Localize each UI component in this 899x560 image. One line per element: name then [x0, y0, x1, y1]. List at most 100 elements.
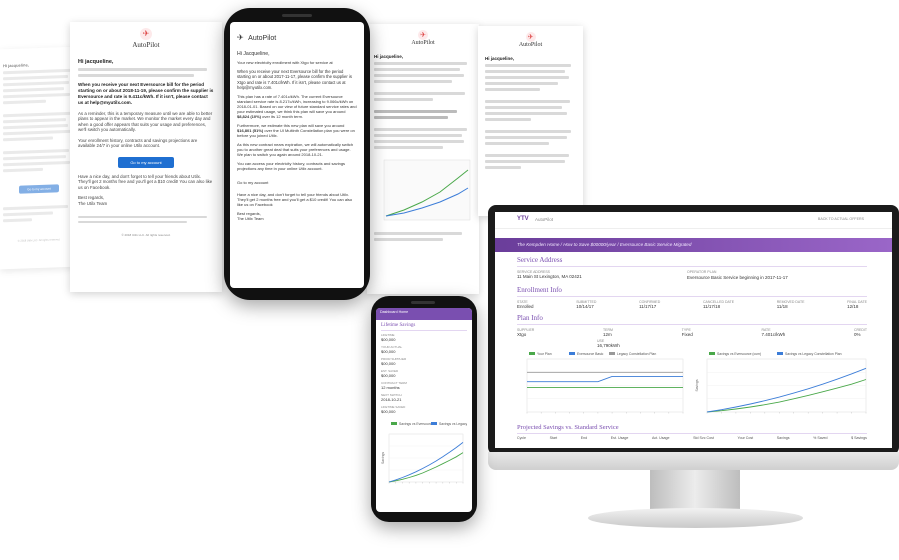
savings-amount: $8,824 (10%) — [237, 114, 262, 119]
mobile-stat-row: EST. SAVED $00,000 — [381, 369, 467, 378]
email-greeting: Hi Jacqueline, — [237, 51, 270, 57]
plan-col-0: SUPPLIER Xtgo — [517, 328, 535, 337]
enrollment-col-0: STATE Enrolled — [517, 300, 534, 309]
email-greeting: Hi jacqueline, — [485, 56, 515, 61]
projected-title: Projected Savings vs. Standard Service — [517, 424, 619, 431]
facebook-link[interactable]: like us on Facebook — [237, 202, 273, 207]
plan-col-3: RATE 7.401c/kWh — [761, 328, 786, 337]
small-phone-screen: Dashboard Home Lifetime Savings LIFETIME… — [376, 308, 472, 512]
email-page-far-left: Hi jacqueline, Go to my account © 2018 U… — [0, 46, 78, 270]
brand-name: AutoPilot — [132, 41, 160, 49]
monitor-base — [588, 508, 803, 528]
plan-col-2: TYPE Fixed — [681, 328, 693, 337]
dashboard-app-name: AutoPilot — [535, 217, 554, 222]
email-ps-paragraph: Have a nice day, and don't forget to tel… — [237, 192, 357, 207]
mobile-stat-value: $00,000 — [381, 373, 396, 378]
plan-col-1: TERM 12m — [603, 328, 613, 337]
rate-text-end: over its 12 month term. — [262, 114, 304, 119]
mobile-stat-value: 2018-10-21 — [381, 397, 402, 402]
mobile-stat-value: $00,000 — [381, 349, 396, 354]
mobile-stat-row: CONTRACT TERM 12 months — [381, 381, 467, 390]
go-to-account-button[interactable]: Go to my account — [237, 177, 291, 188]
email-usage-chart — [383, 159, 471, 221]
phone-device: ✈ AutoPilot Hi Jacqueline, Your new elec… — [224, 8, 370, 300]
monitor-screen: YTV AutoPilot BACK TO ACTUAL OFFERS The … — [495, 212, 892, 448]
legend-swatch — [431, 422, 437, 425]
projected-table-header: Cycle Start End Est. Usage Act. Usage Std Sv… — [517, 436, 867, 440]
brand-name: AutoPilot — [518, 42, 543, 48]
legend-label: Legacy Constellation Plan — [617, 352, 656, 356]
enrollment-col-4: REMOVED DATE 11/18 — [776, 300, 805, 309]
email-page-far-right: ✈ AutoPilot Hi jacqueline, — [478, 26, 583, 216]
enrollment-col-3: CANCELLED DATE 11/17/18 — [702, 300, 735, 309]
email-confirm-notice: When you receive your next Eversource bi… — [78, 82, 214, 105]
legend-swatch — [529, 352, 535, 355]
email-team: The Utilx Team — [237, 216, 264, 221]
plan-info-section: Plan Info SUPPLIER Xtgo TERM 12m TYPE Fixed… — [517, 314, 867, 348]
legend-label: Savings vs Legacy Constellation Plan — [439, 422, 467, 426]
legend-swatch — [569, 352, 575, 355]
legend-label: Your Plan — [537, 352, 552, 356]
email-copyright: © 2018 Utilx LLC. All rights reserved. — [121, 233, 171, 238]
mobile-stat-row: LIFETIME SAVED $00,000 — [381, 405, 467, 414]
brand-name: AutoPilot — [248, 35, 277, 42]
email-renewal-text: As this new contract nears expiration, w… — [237, 142, 354, 157]
go-to-account-button[interactable]: Go to my account — [118, 156, 174, 168]
email-greeting: Hi jacqueline, — [3, 62, 29, 69]
y-axis-label: Savings — [695, 379, 699, 391]
mobile-stat-value: $00,000 — [381, 361, 396, 366]
mobile-stat-row: YOUR ACTUAL $00,000 — [381, 345, 467, 354]
monitor-device: YTV AutoPilot BACK TO ACTUAL OFFERS The … — [488, 205, 899, 455]
mobile-stat-row: LIFETIME $00,000 — [381, 333, 467, 342]
email-team: The Utilx Team — [78, 200, 108, 206]
enrollment-col-1: SUBMITTED 10/14/17 — [576, 300, 597, 309]
plan-usage-value: 16,790kWh — [597, 343, 620, 348]
monitor-chin — [488, 452, 899, 470]
mobile-stat-value: $00,000 — [381, 409, 396, 414]
dashboard-topbar: YTV AutoPilot BACK TO ACTUAL OFFERS — [495, 212, 892, 229]
legend-label: Savings vs Eversource (cum) — [717, 352, 761, 356]
small-phone-device: Dashboard Home Lifetime Savings LIFETIME… — [371, 296, 477, 522]
y-axis-label: Savings — [381, 452, 385, 464]
email-confirm-notice: When you receive your next Eversource bi… — [237, 69, 352, 90]
legend-swatch — [777, 352, 783, 355]
email-reminder-text: As a reminder, this is a temporary measu… — [78, 110, 213, 133]
mobile-section-title: Lifetime Savings — [381, 323, 416, 328]
legend-swatch — [609, 352, 615, 355]
email-legacy-paragraph: Furthermore, we estimate this new plan w… — [237, 123, 357, 138]
banner-title: The Kempden Home / How to Save $00000/ye… — [517, 242, 692, 247]
mobile-header: Dashboard Home — [376, 308, 472, 320]
email-greeting: Hi jacqueline, — [374, 54, 404, 59]
go-to-account-button[interactable]: Go to my account — [19, 184, 59, 194]
dashboard-banner: The Kempden Home / How to Save $00000/ye… — [495, 238, 892, 252]
autopilot-logo-icon: ✈ — [525, 32, 536, 42]
autopilot-logo-icon: ✈ — [418, 30, 428, 40]
service-address-title: Service Address — [517, 256, 563, 264]
back-to-offers-link[interactable]: BACK TO ACTUAL OFFERS — [818, 217, 864, 221]
email-copyright: © 2018 Utilx LLC. All rights reserved. — [17, 238, 61, 243]
enrollment-col-5: FINAL DATE 12/18 — [847, 300, 867, 309]
autopilot-logo-icon: ✈ — [140, 28, 152, 40]
dashboard-logo[interactable]: YTV — [517, 216, 529, 222]
email-history-text: Your enrollment history, contracts and s… — [78, 137, 198, 149]
mobile-stats-list: LIFETIME $00,000 YOUR ACTUAL $00,000 PRIOR S… — [381, 333, 467, 414]
mobile-stat-value: $00,000 — [381, 337, 396, 342]
plan-info-title: Plan Info — [517, 314, 543, 322]
enrollment-col-2: CONFIRMED 11/17/17 — [639, 300, 661, 309]
legend-label: Eversource Basic — [577, 352, 604, 356]
legend-swatch — [391, 422, 397, 425]
rate-text: This plan has a rate of 7.401c/kWh. The … — [237, 94, 357, 114]
legend-label: Savings vs Eversource — [399, 422, 434, 426]
service-address-section: Service Address SERVICE ADDRESS 11 Main … — [517, 256, 867, 280]
mobile-savings-chart: Savings vs Eversource Savings vs Legacy C… — [381, 422, 472, 484]
email-greeting: Hi jacqueline, — [78, 59, 114, 65]
email-rate-paragraph: This plan has a rate of 7.401c/kWh. The … — [237, 94, 357, 119]
operator-plan-value: Eversource Basic Service beginning in 20… — [687, 275, 788, 280]
mobile-stat-value: 12 months — [381, 385, 400, 390]
plan-col-4: CREDIT 0% — [853, 328, 867, 337]
email-ps-text: Have a nice day, and don't forget to tel… — [78, 173, 213, 190]
enrollment-title: Enrollment Info — [517, 286, 562, 294]
phone-screen: ✈ AutoPilot Hi Jacqueline, Your new elec… — [230, 22, 364, 288]
email-page-right: ✈ AutoPilot Hi jacqueline, — [367, 24, 479, 294]
legend-label: Savings vs Legacy Constellation Plan — [785, 352, 842, 356]
